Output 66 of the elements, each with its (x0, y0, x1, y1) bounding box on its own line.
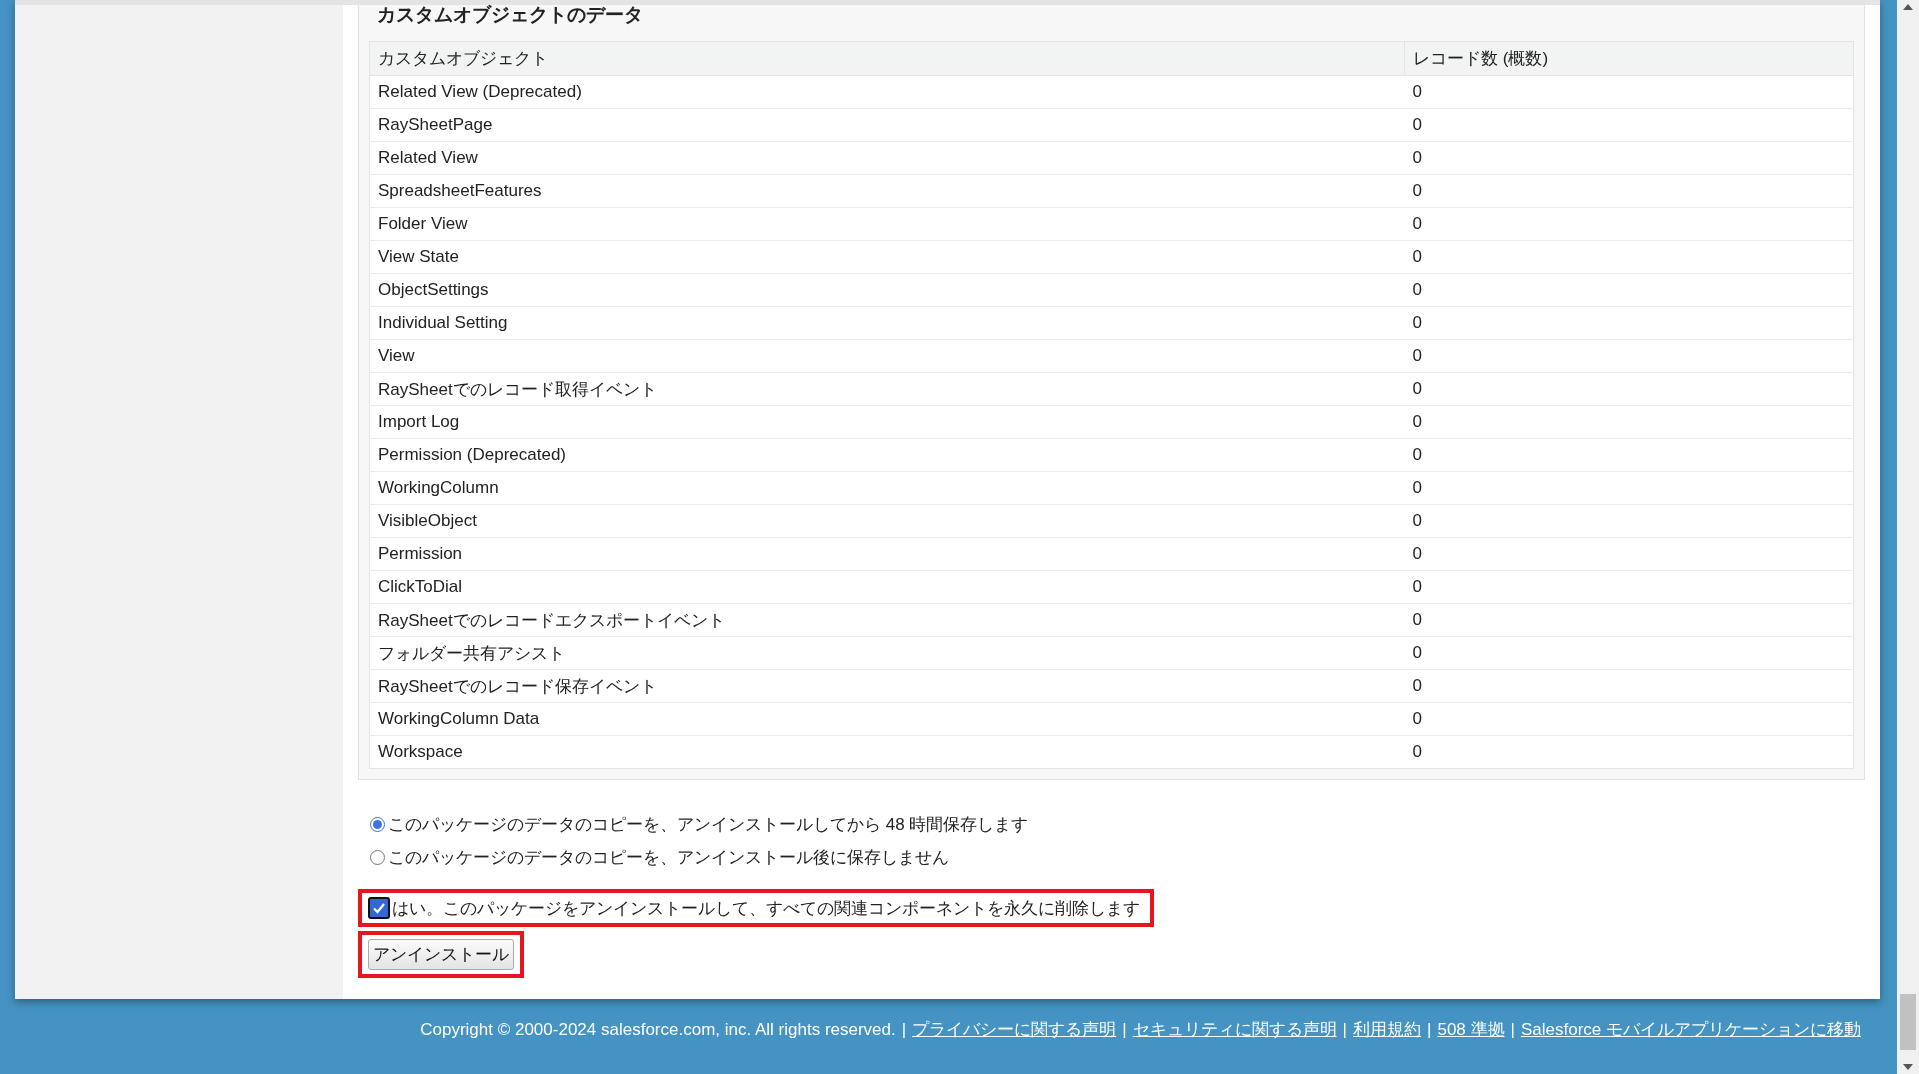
record-count-cell: 0 (1404, 570, 1854, 604)
record-count-cell: 0 (1404, 438, 1854, 472)
object-name-cell: Permission (369, 537, 1405, 571)
object-name-cell: Workspace (369, 735, 1405, 769)
record-count-cell: 0 (1404, 75, 1854, 109)
record-count-cell: 0 (1404, 339, 1854, 373)
section-title: カスタムオブジェクトのデータ (376, 5, 644, 27)
footer-separator: | (1510, 1019, 1515, 1040)
record-count-cell: 0 (1404, 273, 1854, 307)
object-name-cell: RaySheetでのレコード取得イベント (369, 372, 1405, 406)
object-name-cell: VisibleObject (369, 504, 1405, 538)
record-count-cell: 0 (1404, 207, 1854, 241)
footer-separator: | (1427, 1019, 1432, 1040)
record-count-cell: 0 (1404, 702, 1854, 736)
object-name-cell: RaySheetでのレコードエクスポートイベント (369, 603, 1405, 637)
checkbox[interactable] (368, 897, 390, 919)
record-count-cell: 0 (1404, 141, 1854, 175)
scroll-thumb[interactable] (1900, 994, 1916, 1050)
object-name-cell: View (369, 339, 1405, 373)
record-count-cell: 0 (1404, 669, 1854, 703)
footer-link[interactable]: Salesforce モバイルアプリケーションに移動 (1520, 1018, 1861, 1041)
object-name-cell: Folder View (369, 207, 1405, 241)
object-name-cell: Import Log (369, 405, 1405, 439)
object-name-cell: WorkingColumn (369, 471, 1405, 505)
object-name-cell: Permission (Deprecated) (369, 438, 1405, 472)
record-count-cell: 0 (1404, 471, 1854, 505)
record-count-cell: 0 (1404, 603, 1854, 637)
object-name-cell: Individual Setting (369, 306, 1405, 340)
record-count-cell: 0 (1404, 372, 1854, 406)
radio-button[interactable] (370, 850, 385, 865)
copyright-text: Copyright © 2000-2024 salesforce.com, inc. All rights reserved. (420, 1019, 896, 1040)
option-label: このパッケージのデータのコピーを、アンインストール後に保存しません (388, 847, 949, 869)
footer-separator: | (1342, 1019, 1347, 1040)
object-name-cell: フォルダー共有アシスト (369, 636, 1405, 670)
option-label: このパッケージのデータのコピーを、アンインストールしてから 48 時間保存します (388, 814, 1029, 836)
footer-link[interactable]: セキュリティに関する声明 (1132, 1018, 1337, 1041)
record-count-cell: 0 (1404, 240, 1854, 274)
record-count-cell: 0 (1404, 108, 1854, 142)
footer-link[interactable]: プライバシーに関する声明 (912, 1018, 1117, 1041)
record-count-cell: 0 (1404, 504, 1854, 538)
radio-button[interactable] (370, 817, 385, 832)
object-name-cell: RaySheetPage (369, 108, 1405, 142)
footer-separator: | (1122, 1019, 1127, 1040)
record-count-cell: 0 (1404, 306, 1854, 340)
uninstall-button[interactable]: アンインストール (368, 939, 514, 970)
scrollbar[interactable] (1897, 0, 1919, 1074)
footer-link[interactable]: 508 準拠 (1437, 1018, 1505, 1041)
footer-separator: | (901, 1019, 907, 1040)
record-count-cell: 0 (1404, 636, 1854, 670)
column-header: レコード数 (概数) (1404, 41, 1854, 76)
record-count-cell: 0 (1404, 405, 1854, 439)
object-name-cell: Related View (369, 141, 1405, 175)
checkmark-icon (372, 901, 386, 915)
object-name-cell: RaySheetでのレコード保存イベント (369, 669, 1405, 703)
record-count-cell: 0 (1404, 735, 1854, 769)
object-name-cell: View State (369, 240, 1405, 274)
column-header: カスタムオブジェクト (369, 41, 1405, 76)
object-name-cell: Related View (Deprecated) (369, 75, 1405, 109)
object-name-cell: SpreadsheetFeatures (369, 174, 1405, 208)
object-name-cell: ClickToDial (369, 570, 1405, 604)
object-name-cell: WorkingColumn Data (369, 702, 1405, 736)
record-count-cell: 0 (1404, 174, 1854, 208)
confirm-label: はい。このパッケージをアンインストールして、すべての関連コンポーネントを永久に削除します (392, 897, 1140, 920)
record-count-cell: 0 (1404, 537, 1854, 571)
footer-link[interactable]: 利用規約 (1353, 1018, 1421, 1041)
object-name-cell: ObjectSettings (369, 273, 1405, 307)
